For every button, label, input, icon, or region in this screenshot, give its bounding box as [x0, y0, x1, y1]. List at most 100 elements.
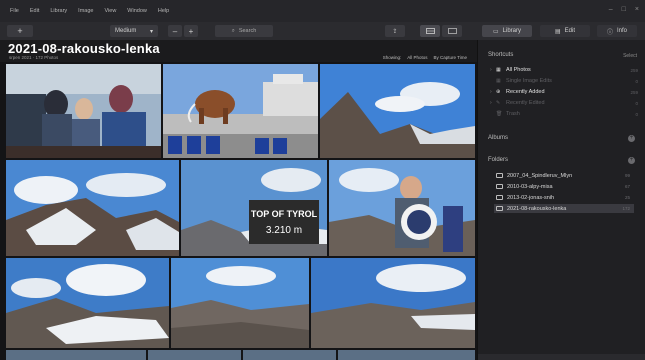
folder-icon [496, 206, 503, 211]
tab-info[interactable]: ⓘ Info [597, 25, 637, 37]
sign-text: TOP OF TYROL [251, 209, 318, 219]
photo-thumbnail[interactable] [6, 258, 169, 348]
folder-item[interactable]: 2013-02-jonas-snih 25 [494, 193, 634, 202]
select-button[interactable]: Select [623, 53, 637, 59]
photo-thumbnail[interactable] [171, 258, 309, 348]
window-controls: – □ × [609, 6, 639, 14]
add-folder-icon[interactable]: + [628, 157, 635, 164]
info-icon: ⓘ [606, 29, 613, 36]
shortcut-count: 259 [630, 89, 638, 95]
page-title: 2021-08-rakousko-lenka [8, 41, 160, 56]
shortcut-all-photos[interactable]: › ▦ All Photos 259 [490, 67, 638, 73]
shortcuts-title: Shortcuts [488, 52, 514, 58]
minimize-icon[interactable]: – [609, 6, 613, 14]
folder-label: 2010-03-alpy-misa [507, 183, 553, 190]
shortcut-label: All Photos [506, 67, 531, 73]
photo-thumbnail[interactable] [320, 64, 475, 158]
folder-label: 2013-02-jonas-snih [507, 194, 555, 201]
album-subtitle: srpen 2021 · 172 Photos [9, 55, 59, 60]
menu-bar: File Edit Library Image View Window Help… [0, 0, 645, 22]
shortcut-label: Recently Edited [506, 100, 545, 106]
shortcut-recently-added[interactable]: › ⊕ Recently Added 259 [490, 89, 638, 95]
sign-altitude: 3.210 m [266, 225, 302, 236]
folder-count: 172 [622, 206, 630, 211]
zoom-select[interactable]: Medium ▾ [110, 25, 158, 37]
menu-edit[interactable]: Edit [30, 8, 39, 14]
folders-title: Folders [488, 157, 509, 163]
folder-count: 67 [624, 184, 630, 189]
shortcut-count: 0 [635, 78, 638, 84]
photo-snow [6, 258, 169, 348]
tab-library[interactable]: ▭ Library [482, 25, 532, 37]
shortcut-recently-edited[interactable]: › ✎ Recently Edited 0 [490, 100, 638, 106]
share-button[interactable]: ⇪ [385, 25, 405, 37]
chevron-down-icon: ▾ [149, 28, 153, 35]
filter-bar: Showing: All Photos By Capture Time [383, 55, 467, 60]
tab-info-label: Info [617, 28, 628, 34]
tab-edit-label: Edit [564, 28, 575, 34]
photos-icon: ▦ [496, 67, 501, 73]
photo-mammoth [163, 64, 318, 158]
photo-thumbnail[interactable]: TOP OF TYROL 3.210 m [181, 160, 327, 256]
shortcut-trash[interactable]: 🗑 Trash 0 [490, 111, 638, 117]
photo-grid: TOP OF TYROL 3.210 m [0, 62, 477, 360]
zoom-in-button[interactable]: + [184, 25, 198, 37]
single-view-icon [447, 28, 457, 34]
tab-library-label: Library [502, 28, 521, 34]
shortcut-count: 0 [635, 111, 638, 117]
shortcut-label: Single Image Edits [506, 78, 552, 84]
shortcut-single-edits[interactable]: ▦ Single Image Edits 0 [490, 78, 638, 84]
zoom-label: Medium [115, 28, 137, 34]
menu-image[interactable]: Image [78, 8, 93, 14]
showing-filter[interactable]: All Photos [407, 55, 427, 60]
menu-window[interactable]: Window [127, 8, 147, 14]
photo-thumbnail[interactable] [163, 64, 318, 158]
folder-label: 2021-08-rakousko-lenka [507, 205, 567, 212]
menu-library[interactable]: Library [50, 8, 67, 14]
add-album-icon[interactable]: + [628, 135, 635, 142]
single-view-button[interactable] [442, 25, 462, 37]
photo-sign: TOP OF TYROL 3.210 m [181, 160, 327, 256]
grid-view-icon [425, 28, 435, 34]
menu-view[interactable]: View [104, 8, 116, 14]
photo-boy [329, 160, 475, 256]
share-icon: ⇪ [392, 28, 398, 35]
sort-order[interactable]: By Capture Time [433, 55, 467, 60]
close-icon[interactable]: × [635, 6, 639, 14]
gallery-header: 2021-08-rakousko-lenka srpen 2021 · 172 … [0, 40, 477, 62]
folder-icon [496, 184, 503, 189]
grid-view-button[interactable] [420, 25, 440, 37]
shortcut-label: Recently Added [506, 89, 545, 95]
showing-label: Showing: [382, 55, 402, 60]
search-label: Search [238, 28, 257, 34]
shortcut-count: 259 [630, 67, 638, 73]
panel-footer [478, 354, 645, 360]
shortcut-label: Trash [506, 111, 520, 117]
trash-icon: 🗑 [496, 111, 503, 117]
search-icon: ⌕ [231, 27, 235, 34]
menu-file[interactable]: File [10, 8, 19, 14]
zoom-out-button[interactable]: – [168, 25, 182, 37]
search-button[interactable]: ⌕ Search [215, 25, 273, 37]
photo-mountain [320, 64, 475, 158]
folder-item[interactable]: 2010-03-alpy-misa 67 [494, 182, 634, 191]
albums-title: Albums [488, 135, 509, 141]
folder-item[interactable]: 2007_04_Spindleruv_Mlyn 99 [494, 171, 634, 180]
single-edit-icon: ▦ [496, 78, 501, 84]
add-button[interactable]: + [7, 25, 33, 37]
folder-icon [496, 195, 503, 200]
tab-edit[interactable]: ▤ Edit [540, 25, 590, 37]
shortcut-count: 0 [635, 100, 638, 106]
photo-thumbnail[interactable] [6, 64, 161, 158]
folder-item-selected[interactable]: 2021-08-rakousko-lenka 172 [494, 204, 634, 213]
recent-add-icon: ⊕ [496, 89, 501, 95]
photo-thumbnail[interactable] [311, 258, 475, 348]
photo-row-partial[interactable] [6, 350, 475, 360]
photo-kids [6, 64, 161, 158]
photo-thumbnail[interactable] [329, 160, 475, 256]
maximize-icon[interactable]: □ [622, 6, 626, 14]
folder-count: 25 [624, 195, 630, 200]
menu-help[interactable]: Help [158, 8, 169, 14]
photo-thumbnail[interactable] [6, 160, 179, 256]
folder-count: 99 [624, 173, 630, 178]
